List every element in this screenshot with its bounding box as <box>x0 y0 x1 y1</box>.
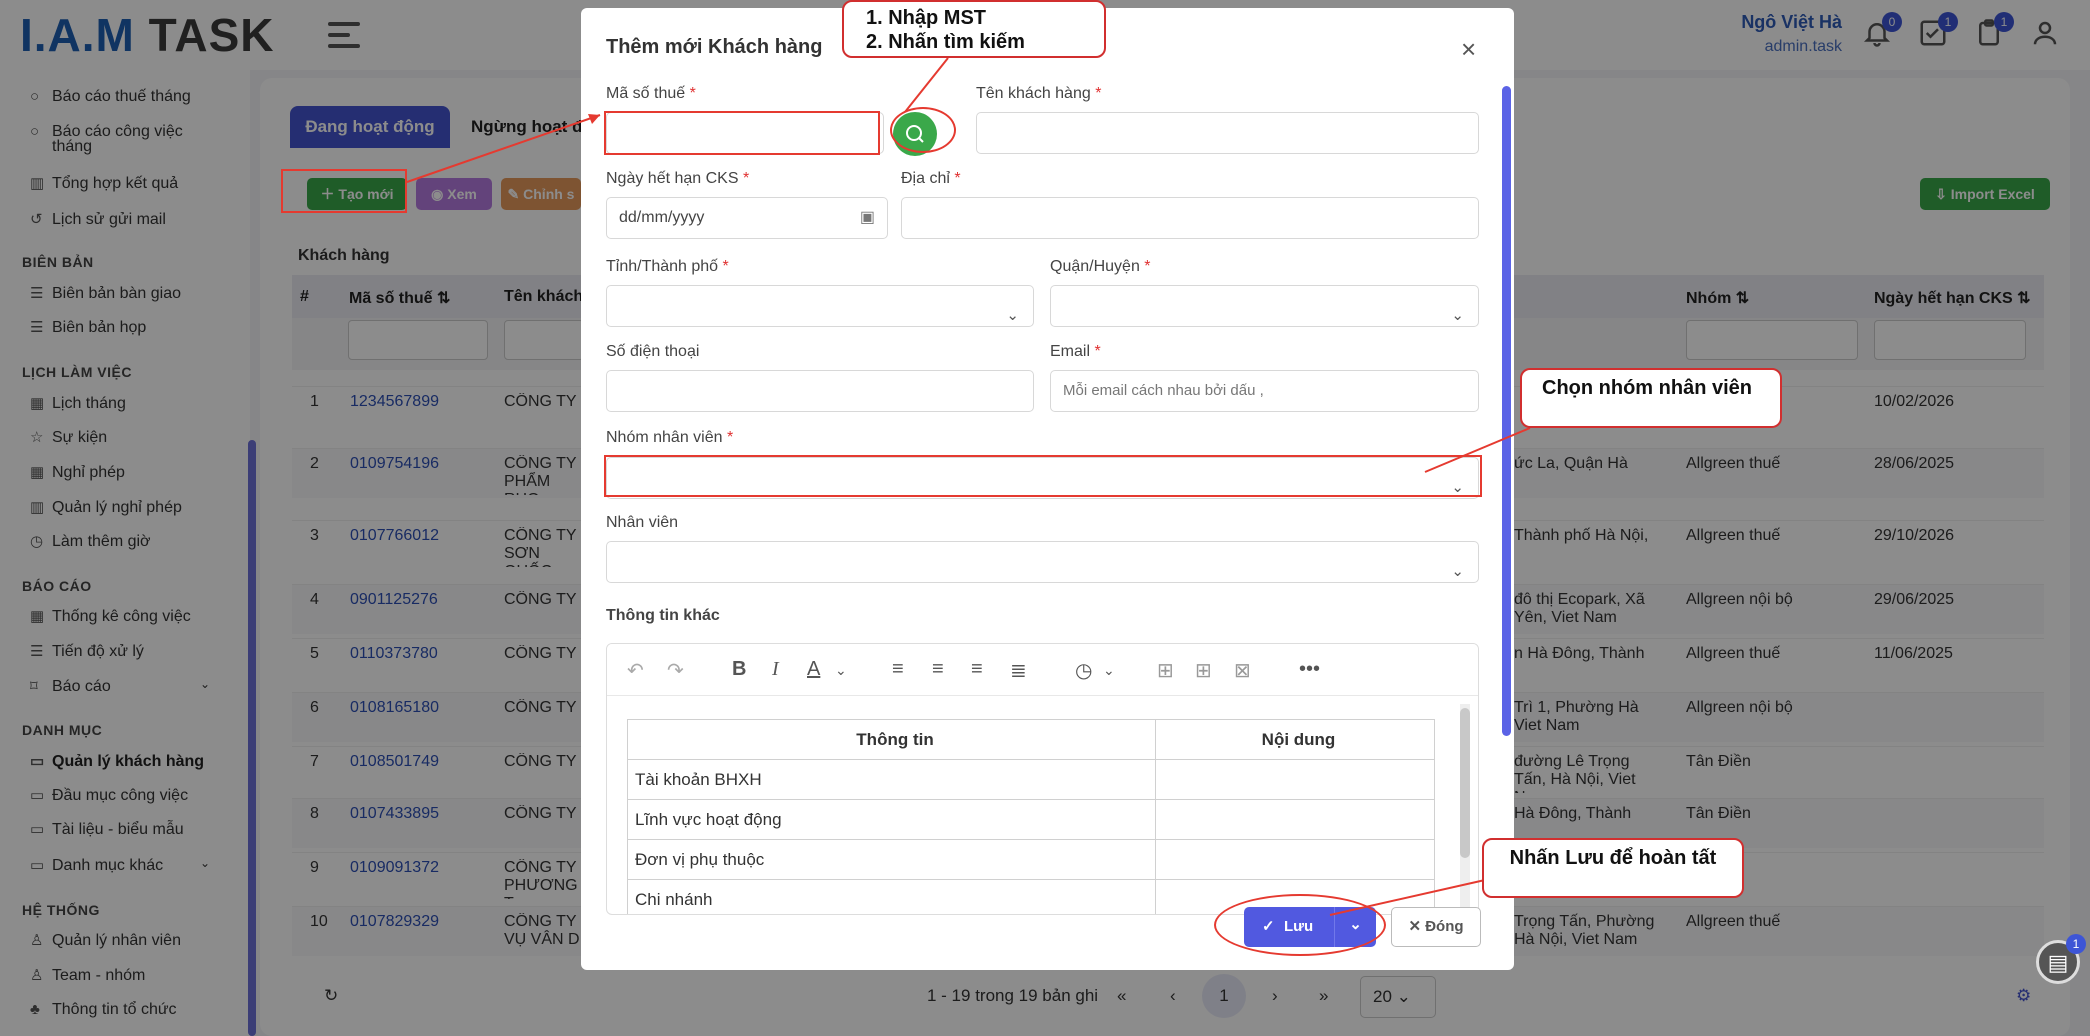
callout-pointer-2 <box>1424 427 1531 473</box>
arrow-create-to-mst <box>406 114 601 183</box>
callout-step-mst: 1. Nhập MST 2. Nhấn tìm kiếm <box>842 0 1106 58</box>
callout-pointer-1 <box>904 57 949 113</box>
callout-pointer-3 <box>1329 879 1486 916</box>
annotation-arrows <box>406 57 1531 916</box>
callout-chon-nhom: Chọn nhóm nhân viên <box>1520 368 1782 428</box>
callout-nhan-luu: Nhấn Lưu để hoàn tất <box>1482 838 1744 898</box>
floating-badge: 1 <box>2066 934 2086 954</box>
